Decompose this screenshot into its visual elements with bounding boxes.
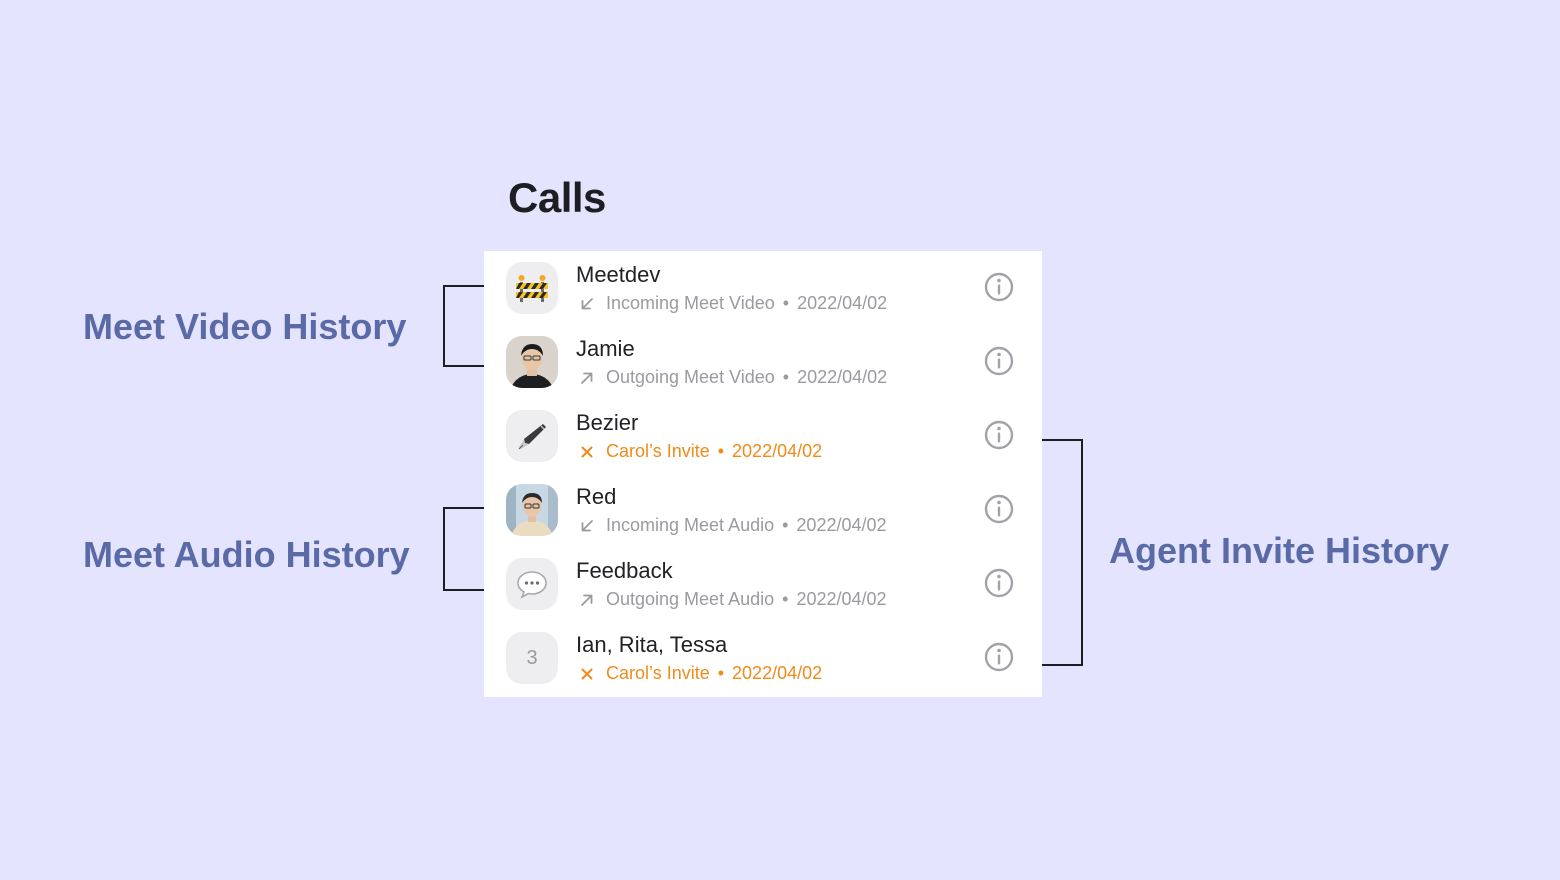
- outgoing-arrow-icon: [581, 594, 593, 606]
- bracket-agent-invite: [1042, 439, 1083, 666]
- photo-avatar: [506, 484, 558, 536]
- annotation-meet-video: Meet Video History: [83, 306, 407, 347]
- construction-avatar: [506, 262, 558, 314]
- call-history-annotated-view: Calls Meetdev Incoming Meet Video • 2022…: [0, 0, 1560, 880]
- separator-dot: •: [782, 589, 789, 609]
- close-icon: [581, 668, 593, 679]
- call-detail: Outgoing Meet Video: [606, 367, 775, 387]
- incoming-arrow-icon: [581, 297, 593, 309]
- info-icon[interactable]: [984, 494, 1014, 524]
- call-date: 2022/04/02: [797, 367, 888, 387]
- person-photo-icon: [506, 336, 558, 388]
- bracket-meet-audio: [443, 507, 484, 591]
- call-meta: Outgoing Meet Audio • 2022/04/02: [580, 589, 887, 610]
- caller-name: Ian, Rita, Tessa: [576, 632, 728, 657]
- call-detail: Incoming Meet Audio: [606, 515, 775, 535]
- call-meta: Carol’s Invite • 2022/04/02: [580, 441, 822, 462]
- incoming-arrow-icon: [581, 519, 593, 531]
- bracket-meet-video: [443, 285, 484, 367]
- call-meta: Outgoing Meet Video • 2022/04/02: [580, 367, 887, 388]
- call-row-group[interactable]: 3 Ian, Rita, Tessa Carol’s Invite • 2022…: [484, 621, 1042, 695]
- call-detail: Carol’s Invite: [606, 663, 710, 683]
- separator-dot: •: [782, 367, 790, 387]
- separator-dot: •: [717, 441, 725, 461]
- separator-dot: •: [782, 515, 789, 535]
- info-icon[interactable]: [984, 642, 1014, 672]
- info-icon[interactable]: [984, 568, 1014, 598]
- call-date: 2022/04/02: [732, 663, 823, 683]
- info-icon[interactable]: [984, 346, 1014, 376]
- info-icon[interactable]: [984, 272, 1014, 302]
- person-photo-icon: [506, 484, 558, 536]
- annotation-meet-audio: Meet Audio History: [83, 534, 410, 575]
- call-date: 2022/04/02: [797, 293, 888, 313]
- caller-name: Meetdev: [576, 262, 661, 287]
- caller-name: Feedback: [576, 558, 673, 583]
- speech-bubble-avatar: [506, 558, 558, 610]
- call-detail: Outgoing Meet Audio: [606, 589, 775, 609]
- call-row-red[interactable]: Red Incoming Meet Audio • 2022/04/02: [484, 473, 1042, 547]
- pen-avatar: [506, 410, 558, 462]
- call-detail: Incoming Meet Video: [606, 293, 775, 313]
- call-meta: Incoming Meet Video • 2022/04/02: [580, 293, 887, 314]
- call-row-feedback[interactable]: Feedback Outgoing Meet Audio • 2022/04/0…: [484, 547, 1042, 621]
- construction-barrier-icon: [516, 275, 548, 302]
- separator-dot: •: [782, 293, 790, 313]
- caller-name: Bezier: [576, 410, 639, 435]
- call-row-jamie[interactable]: Jamie Outgoing Meet Video • 2022/04/02: [484, 325, 1042, 399]
- info-icon[interactable]: [984, 420, 1014, 450]
- group-count: 3: [526, 646, 538, 669]
- call-meta: Incoming Meet Audio • 2022/04/02: [580, 515, 887, 536]
- call-date: 2022/04/02: [732, 441, 823, 461]
- fountain-pen-icon: [518, 424, 546, 450]
- group-count-avatar: 3: [506, 632, 558, 684]
- caller-name: Jamie: [576, 336, 635, 361]
- caller-name: Red: [576, 484, 617, 509]
- call-row-meetdev[interactable]: Meetdev Incoming Meet Video • 2022/04/02: [484, 251, 1042, 325]
- call-detail: Carol’s Invite: [606, 441, 710, 461]
- close-icon: [581, 446, 593, 457]
- call-date: 2022/04/02: [796, 515, 887, 535]
- speech-bubble-icon: [517, 571, 547, 599]
- call-meta: Carol’s Invite • 2022/04/02: [580, 663, 822, 684]
- annotation-agent-invite: Agent Invite History: [1109, 530, 1450, 571]
- call-row-bezier[interactable]: Bezier Carol’s Invite • 2022/04/02: [484, 399, 1042, 473]
- photo-avatar: [506, 336, 558, 388]
- call-date: 2022/04/02: [796, 589, 887, 609]
- separator-dot: •: [717, 663, 725, 683]
- call-list: Meetdev Incoming Meet Video • 2022/04/02: [484, 251, 1042, 697]
- outgoing-arrow-icon: [581, 372, 593, 384]
- page-title: Calls: [508, 174, 606, 221]
